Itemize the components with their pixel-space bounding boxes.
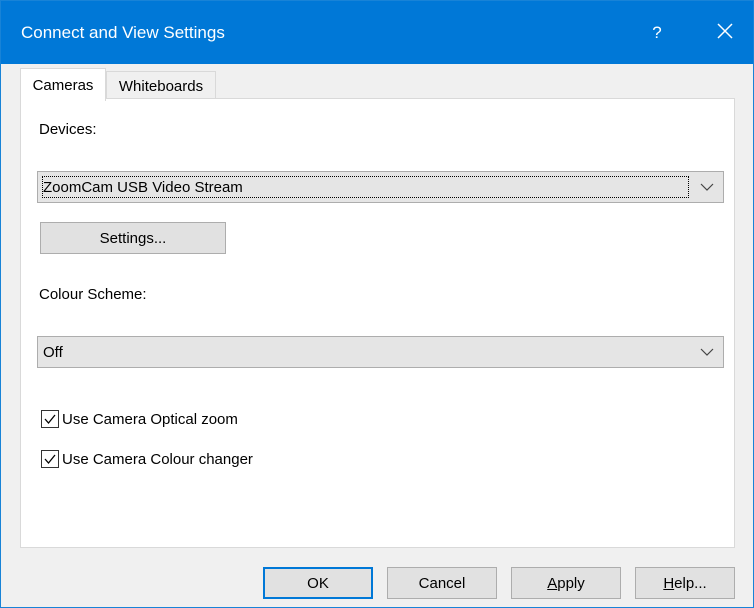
colour-changer-label: Use Camera Colour changer (62, 450, 253, 468)
cancel-button[interactable]: Cancel (387, 567, 497, 599)
chevron-down-icon (697, 337, 717, 367)
close-button[interactable] (697, 1, 753, 64)
colour-scheme-label: Colour Scheme: (39, 286, 147, 303)
apply-label-rest: pply (557, 574, 585, 592)
chevron-down-icon (697, 172, 717, 202)
tab-cameras-label: Cameras (32, 76, 94, 94)
close-icon (717, 22, 733, 43)
tab-cameras[interactable]: Cameras (20, 68, 106, 101)
optical-zoom-label: Use Camera Optical zoom (62, 410, 238, 428)
help-label-rest: elp... (674, 574, 707, 592)
devices-label: Devices: (39, 121, 97, 138)
help-title-button[interactable]: ? (629, 1, 685, 64)
apply-button[interactable]: Apply (511, 567, 621, 599)
colour-scheme-dropdown[interactable]: Off (37, 336, 724, 368)
checkmark-icon (44, 414, 56, 425)
cameras-tab-panel: Devices: ZoomCam USB Video Stream Settin… (20, 98, 735, 548)
apply-mnemonic: A (547, 574, 558, 592)
window-title: Connect and View Settings (21, 23, 225, 42)
colour-changer-option[interactable]: Use Camera Colour changer (41, 449, 253, 469)
help-glyph: ? (652, 22, 662, 42)
settings-button[interactable]: Settings... (40, 222, 226, 254)
tab-whiteboards[interactable]: Whiteboards (106, 71, 216, 101)
optical-zoom-option[interactable]: Use Camera Optical zoom (41, 409, 238, 429)
colour-scheme-dropdown-value: Off (43, 343, 63, 361)
tab-whiteboards-label: Whiteboards (118, 77, 204, 95)
checkmark-icon (44, 454, 56, 465)
help-button[interactable]: Help... (635, 567, 735, 599)
colour-changer-checkbox[interactable] (41, 450, 59, 468)
help-mnemonic: H (663, 574, 675, 592)
dialog-window: Connect and View Settings ? Cameras Whit… (0, 0, 754, 608)
ok-button[interactable]: OK (263, 567, 373, 599)
optical-zoom-checkbox[interactable] (41, 410, 59, 428)
devices-dropdown[interactable]: ZoomCam USB Video Stream (37, 171, 724, 203)
devices-dropdown-value: ZoomCam USB Video Stream (42, 176, 689, 198)
title-bar[interactable]: Connect and View Settings ? (1, 1, 753, 64)
